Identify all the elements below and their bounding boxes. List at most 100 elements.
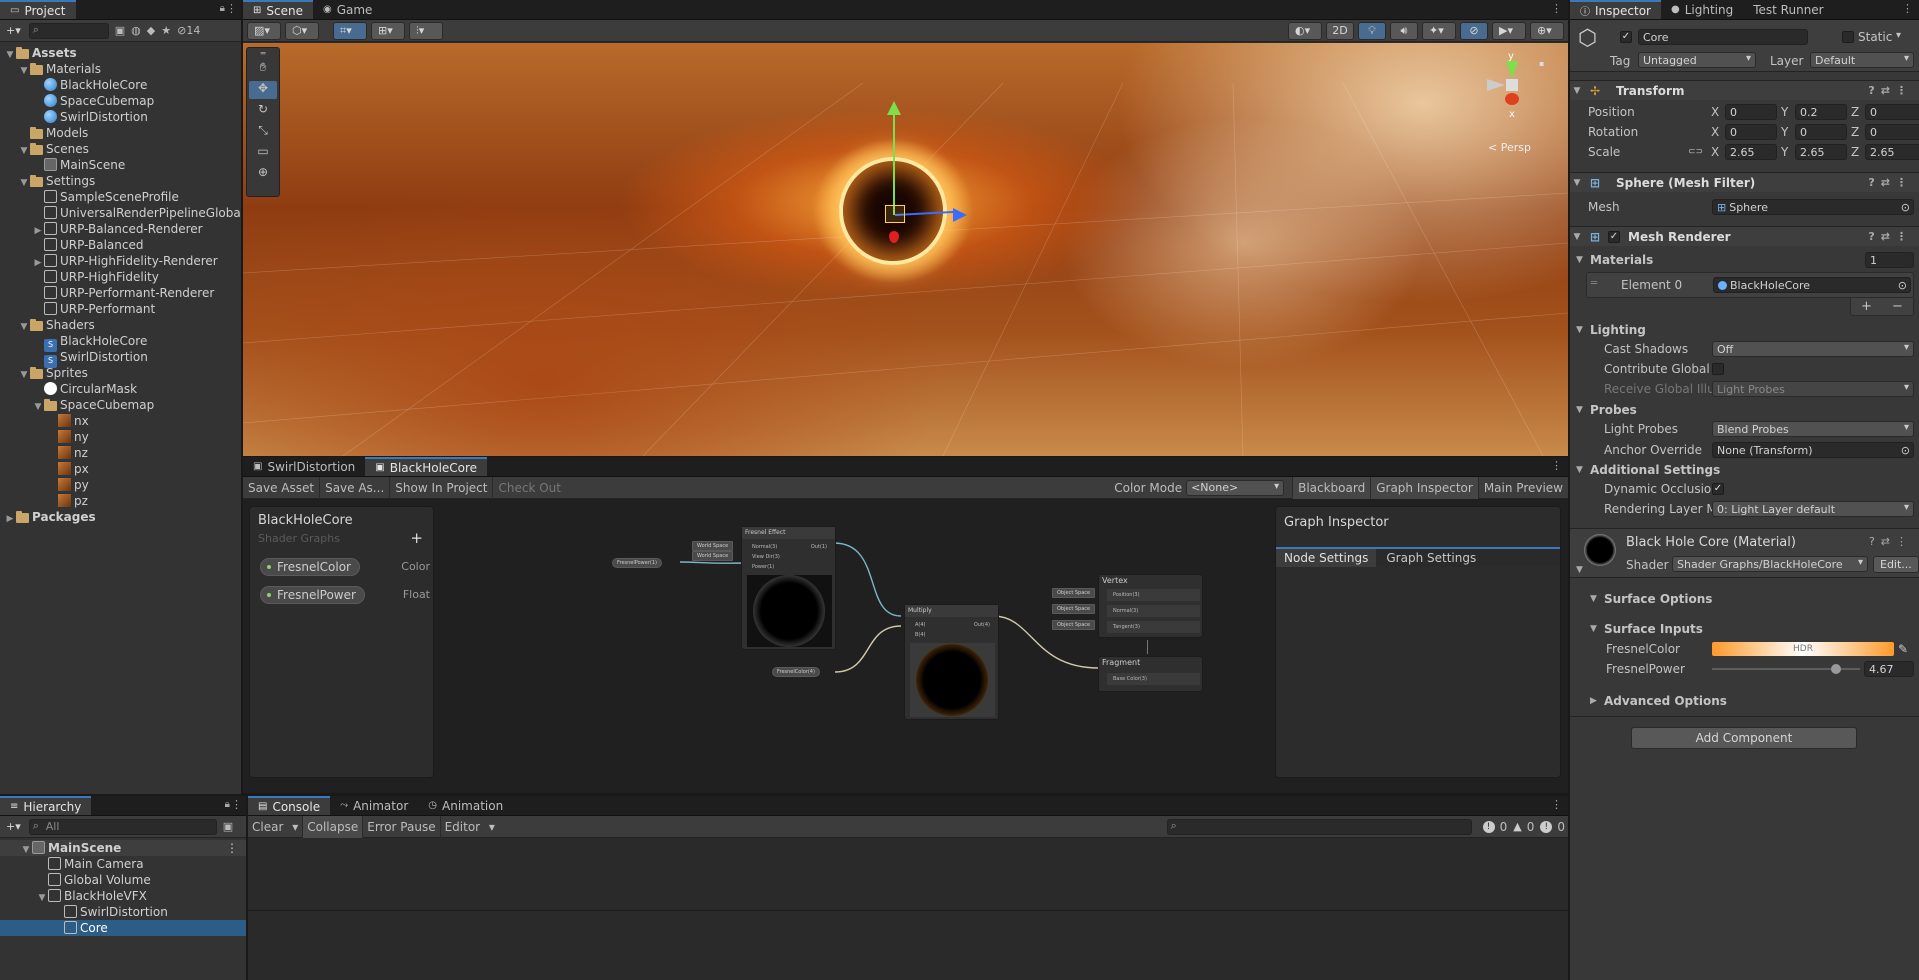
rotation-y-field[interactable]: 0 [1795, 124, 1847, 140]
hierarchy-item[interactable]: Core [0, 920, 246, 936]
material-header[interactable]: ▼ Black Hole Core (Material) ?⇄⋮ Shader … [1570, 528, 1919, 578]
gizmo-y-cone[interactable] [1506, 61, 1518, 79]
hierarchy-item[interactable]: ▼ MainScene ⋮ [0, 840, 246, 856]
align-button[interactable]: ⫶▾ [409, 21, 443, 40]
project-tree-item[interactable]: ▼ Materials [0, 61, 241, 77]
foldout-arrow-icon[interactable]: ▼ [1570, 178, 1584, 188]
filter-icon[interactable]: ▣ [115, 24, 125, 37]
materials-row[interactable]: ▼ Materials 1 [1570, 252, 1919, 268]
mesh-renderer-header[interactable]: ▼ ⊞ ✓ Mesh Renderer ?⇄⋮ [1570, 226, 1919, 246]
project-tree-item[interactable]: Models [0, 125, 241, 141]
tab-hierarchy[interactable]: ≡ Hierarchy [0, 796, 92, 815]
more-menu-icon[interactable]: ⋮ [226, 2, 237, 15]
gizmo-x-arrowhead[interactable] [953, 208, 967, 222]
more-menu-icon[interactable]: ⋮ [1551, 798, 1562, 811]
project-tree-item[interactable]: ▼ Sprites [0, 365, 241, 381]
label-filter-icon[interactable]: ◆ [147, 24, 155, 37]
save-as-button[interactable]: Save As... [320, 476, 391, 499]
draw-mode-button[interactable]: ▨▾ [247, 21, 281, 40]
probes-foldout[interactable]: ▼ Probes [1570, 402, 1919, 418]
node-port[interactable]: Out(1) [811, 544, 827, 550]
drag-handle-icon[interactable]: ═ [1591, 278, 1597, 289]
audio-toggle-icon[interactable]: 🔊︎ [1390, 21, 1418, 40]
static-checkbox[interactable] [1842, 31, 1854, 43]
project-tree-item[interactable]: URP-Performant-Renderer [0, 285, 241, 301]
project-tree-item[interactable]: px [0, 461, 241, 477]
more-menu-icon[interactable]: ⋮ [231, 798, 242, 811]
object-name-field[interactable]: Core [1638, 29, 1808, 45]
hierarchy-item[interactable]: Main Camera [0, 856, 246, 872]
tab-black-hole-core[interactable]: ▣ BlackHoleCore [365, 457, 488, 476]
object-picker-icon[interactable]: ⊙ [1901, 444, 1910, 457]
contribute-gi-checkbox[interactable] [1712, 363, 1724, 375]
foldout-arrow-icon[interactable]: ▼ [1576, 465, 1583, 475]
gizmo-y-arrowhead[interactable] [887, 101, 901, 115]
shader-dropdown[interactable]: Shader Graphs/BlackHoleCore [1672, 556, 1868, 572]
position-x-field[interactable]: 0 [1725, 104, 1777, 120]
project-tree-item[interactable]: SwirlDistortion [0, 109, 241, 125]
project-tree-item[interactable]: S BlackHoleCore [0, 333, 241, 352]
advanced-options-foldout[interactable]: ▶ Advanced Options [1570, 693, 1919, 709]
multiply-node[interactable]: Multiply A(4) B(4) Out(4) [904, 604, 999, 720]
project-tree-item[interactable]: BlackHoleCore [0, 77, 241, 93]
create-button[interactable]: +▾ [4, 818, 23, 836]
foldout-arrow-icon[interactable]: ▼ [1590, 594, 1597, 604]
foldout-arrow-icon[interactable]: ▼ [1570, 232, 1584, 242]
more-menu-icon[interactable]: ⋮ [1551, 459, 1562, 472]
node-port[interactable]: Normal(3) [752, 544, 777, 550]
project-tree-item[interactable]: URP-HighFidelity [0, 269, 241, 285]
vertex-context[interactable]: Vertex Position(3) Normal(3) Tangent(3) [1098, 574, 1203, 638]
tab-inspector[interactable]: ⓘ Inspector [1570, 0, 1661, 19]
object-picker-icon[interactable]: ⊙ [1901, 201, 1910, 214]
component-header-icons[interactable]: ?⇄⋮ [1869, 535, 1913, 548]
foldout-arrow-icon[interactable]: ▼ [1590, 624, 1597, 634]
hierarchy-item[interactable]: Global Volume [0, 872, 246, 888]
info-filter[interactable]: ! 0 [1480, 817, 1511, 836]
tab-animator[interactable]: ⤳ Animator [330, 796, 418, 815]
project-tree-item[interactable]: ▼ Assets [0, 45, 241, 61]
node-port[interactable]: A(4) [915, 622, 926, 628]
show-in-project-button[interactable]: Show In Project [390, 476, 494, 499]
static-dropdown[interactable]: ▾ [1896, 30, 1901, 41]
clear-button[interactable]: Clear ▾ [248, 815, 304, 838]
add-component-button[interactable]: Add Component [1631, 727, 1857, 749]
node-port[interactable]: Power(1) [752, 564, 774, 570]
scene-menu-icon[interactable]: ⋮ [226, 840, 238, 856]
fragment-context[interactable]: Fragment Base Color(3) [1098, 656, 1203, 692]
console-detail-area[interactable] [248, 912, 1568, 980]
graph-inspector-toggle[interactable]: Graph Inspector [1370, 476, 1478, 499]
project-tree-item[interactable]: ▼ Settings [0, 173, 241, 189]
anchor-override-field[interactable]: None (Transform) ⊙ [1712, 442, 1914, 458]
foldout-arrow-icon[interactable]: ▶ [4, 511, 16, 527]
project-tree-item[interactable]: CircularMask [0, 381, 241, 397]
console-search-input[interactable] [1166, 818, 1472, 835]
console-log-area[interactable] [248, 839, 1568, 911]
project-tree-item[interactable]: ▼ Scenes [0, 141, 241, 157]
project-tree-item[interactable]: ▶ URP-Balanced-Renderer [0, 221, 241, 237]
render-mode-button[interactable]: ◐▾ [1288, 21, 1322, 40]
object-space-source[interactable]: Object Space [1052, 620, 1096, 630]
object-space-source[interactable]: Object Space [1052, 604, 1096, 614]
fresnel-power-field[interactable]: 4.67 [1864, 661, 1914, 677]
axis-label[interactable]: Z [1851, 145, 1859, 159]
fresnel-color-node[interactable]: FresnelColor(4) [772, 667, 820, 677]
project-tree-item[interactable]: S SwirlDistortion [0, 349, 241, 368]
scale-z-field[interactable]: 2.65 [1865, 144, 1919, 160]
project-tree-item[interactable]: py [0, 477, 241, 493]
gizmos-button[interactable]: ⊕▾ [1530, 21, 1564, 40]
fresnel-effect-node[interactable]: Fresnel Effect Normal(3) View Dir(3) Pow… [741, 526, 836, 650]
axis-label[interactable]: Z [1851, 105, 1859, 119]
vertex-block[interactable]: Normal(3) [1107, 605, 1200, 617]
world-space-normal-source[interactable]: World Space [692, 541, 734, 551]
surface-inputs-foldout[interactable]: ▼ Surface Inputs [1570, 621, 1919, 637]
tab-console[interactable]: ▤ Console [248, 796, 331, 815]
project-tree-item[interactable]: pz [0, 493, 241, 509]
hand-tool-icon[interactable]: ✋︎ [249, 60, 277, 78]
gizmo-center-handle[interactable] [885, 205, 905, 223]
node-port[interactable]: B(4) [915, 632, 926, 638]
move-tool-icon[interactable]: ✥ [249, 81, 277, 99]
component-header-icons[interactable]: ?⇄⋮ [1868, 176, 1913, 189]
project-tree-item[interactable]: SpaceCubemap [0, 93, 241, 109]
tab-graph-settings[interactable]: Graph Settings [1376, 549, 1486, 567]
component-header-icons[interactable]: ?⇄⋮ [1868, 84, 1913, 97]
